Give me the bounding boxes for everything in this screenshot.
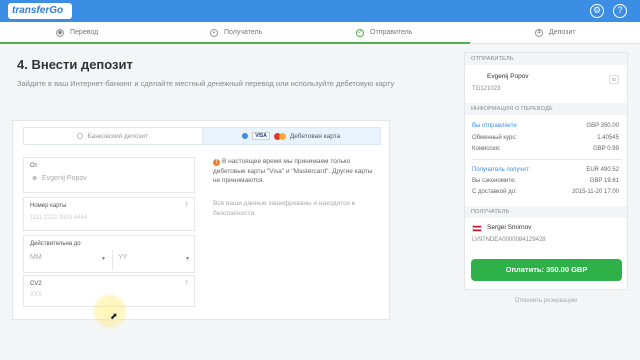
gear-icon[interactable]: ⚙	[590, 4, 604, 18]
cvv-input[interactable]: XXX	[30, 292, 42, 298]
step-transfer[interactable]: ◉ Перевод	[56, 22, 98, 44]
month-select[interactable]: MM ▼	[30, 254, 106, 264]
delivery-value: 2015-11-20 17:00	[572, 189, 619, 195]
tab-debit-card[interactable]: VISA Дебетовая карта	[201, 128, 380, 144]
globe-icon: ◉	[56, 29, 64, 37]
check-icon: ✓	[356, 29, 364, 37]
user-icon: ☻	[31, 175, 39, 182]
exchange-rate-value: 1.40545	[597, 135, 619, 141]
delivery-label: С доставкой до:	[472, 189, 517, 195]
step-recipient[interactable]: ▪ Получатель	[210, 22, 262, 44]
year-select[interactable]: YY ▼	[118, 254, 190, 264]
step-label: Отправитель	[370, 29, 413, 36]
lock-icon: ▪	[210, 29, 218, 37]
mastercard-logo	[273, 132, 286, 140]
step-label: Депозит	[549, 29, 576, 36]
divider	[112, 250, 113, 270]
step-deposit[interactable]: 4 Депозит	[535, 22, 576, 44]
chevron-down-icon: ▼	[185, 256, 190, 262]
fee-value: GBP 0.99	[593, 146, 619, 152]
progress-steps: ◉ Перевод ▪ Получатель ✓ Отправитель 4 Д…	[0, 22, 640, 44]
month-value: MM	[30, 254, 42, 261]
radio-icon	[242, 133, 249, 139]
fee-label: Комиссия:	[472, 146, 501, 152]
step-number-icon: 4	[535, 29, 543, 37]
recipient-iban: LV97NDEA0000084129428	[472, 237, 546, 243]
sender-name: Evgenij Popov	[487, 73, 529, 80]
savings-value: GBP 19.61	[589, 178, 619, 184]
send-amount-label: Вы отправляете	[472, 123, 517, 129]
cvv-label: CV2	[30, 281, 42, 287]
pay-button[interactable]: Оплатить: 350.00 GBP	[471, 259, 622, 281]
help-icon[interactable]: ?	[185, 203, 188, 209]
expiry-label: Действительна до	[30, 241, 81, 247]
sender-header: ОТПРАВИТЕЛЬ	[465, 53, 627, 65]
card-number-input[interactable]: 1111 2222 3333 4444	[30, 215, 87, 221]
payment-card: Банковский депозит VISA Дебетовая карта …	[12, 120, 390, 320]
progress-bar	[0, 42, 470, 44]
transfer-info-header: ИНФОРМАЦИЯ О ПЕРЕВОДЕ	[465, 103, 627, 115]
from-label: От	[30, 163, 38, 169]
card-number-label: Номер карты	[30, 203, 67, 209]
visa-logo: VISA	[252, 132, 270, 140]
year-value: YY	[118, 254, 128, 261]
help-icon[interactable]: ?	[613, 4, 627, 18]
page-title: 4. Внести депозит	[17, 57, 133, 72]
divider	[472, 159, 622, 160]
notice-text: В настоящее время мы принимаем только де…	[213, 158, 373, 184]
send-amount-value: GBP 350.00	[586, 123, 619, 129]
page-subtitle: Зайдите в ваш Интернет-банкинг и сделайт…	[17, 79, 395, 88]
warning-icon: !	[213, 159, 220, 166]
chevron-down-icon: ▼	[101, 256, 106, 262]
recipient-name: Sergei Smirnov	[487, 224, 532, 231]
step-label: Перевод	[70, 29, 99, 36]
logo[interactable]: transferGo	[8, 3, 72, 19]
order-summary: ОТПРАВИТЕЛЬ Evgenij Popov TG121023 ID ИН…	[464, 52, 628, 290]
receive-amount-label: Получатель получит:	[472, 167, 531, 173]
card-number-field[interactable]: Номер карты ? 1111 2222 3333 4444	[23, 197, 195, 231]
help-icon[interactable]: ?	[185, 281, 188, 287]
top-bar: transferGo ⚙ ?	[0, 0, 640, 22]
secure-note: Все ваши данные зашифрованы и находится …	[213, 200, 356, 217]
tab-label: Дебетовая карта	[289, 132, 341, 140]
from-value: Evgenij Popov	[42, 175, 87, 182]
tab-label: Банковский депозит	[87, 132, 149, 140]
payment-method-tabs: Банковский депозит VISA Дебетовая карта	[23, 127, 381, 145]
latvia-flag-icon	[472, 225, 482, 232]
exchange-rate-label: Обменный курс:	[472, 135, 518, 141]
savings-label: Вы сэкономите:	[472, 178, 516, 184]
recipient-header: ПОЛУЧАТЕЛЬ	[465, 206, 627, 218]
expiry-field: Действительна до MM ▼ YY ▼	[23, 235, 195, 273]
sender-id: TG121023	[472, 86, 501, 92]
id-card-icon: ID	[609, 75, 619, 84]
tab-bank-deposit[interactable]: Банковский депозит	[24, 128, 202, 144]
from-field[interactable]: От Evgenij Popov ☻	[23, 157, 195, 193]
cancel-reservation-link[interactable]: Отменить резервацию	[464, 298, 628, 304]
receive-amount-value: EUR 490.52	[586, 167, 619, 173]
step-label: Получатель	[224, 29, 263, 36]
radio-icon	[77, 133, 84, 139]
card-notice: ! В настоящее время мы принимаем только д…	[213, 157, 373, 186]
step-sender[interactable]: ✓ Отправитель	[356, 22, 412, 44]
mouse-cursor-icon: ⬈	[110, 311, 118, 321]
